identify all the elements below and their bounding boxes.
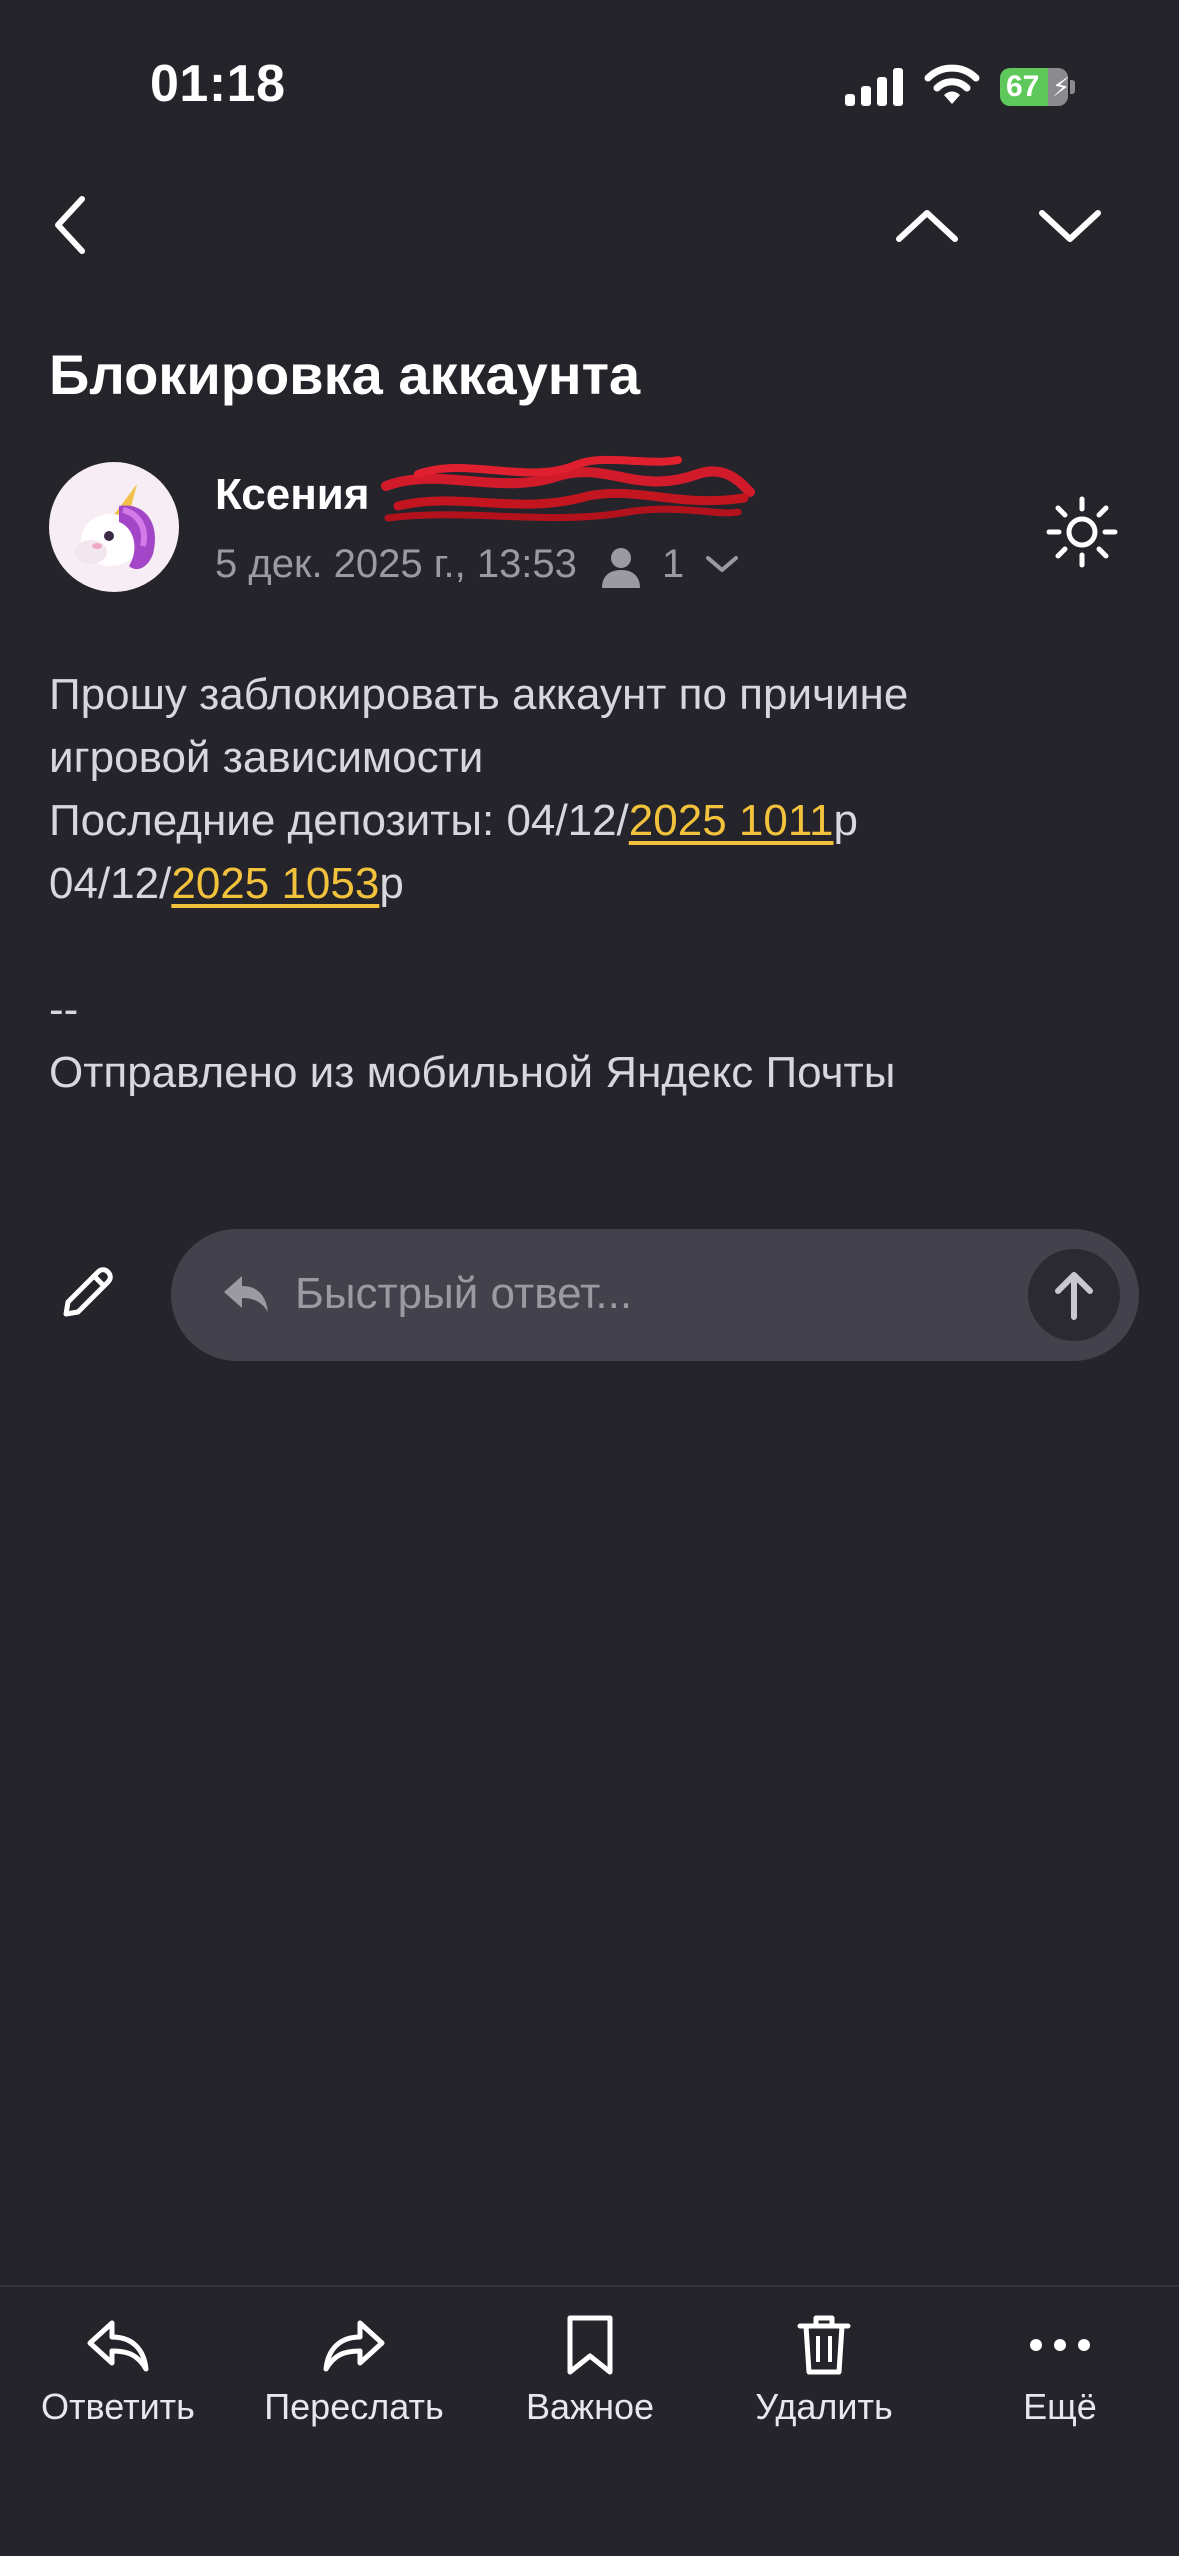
signature: Отправлено из мобильной Яндекс Почты [49,1048,896,1097]
important-label: Важное [525,2386,655,2427]
delete-label: Удалить [755,2386,893,2427]
trash-icon [797,2315,851,2375]
battery-percent: 67 [1006,70,1040,103]
reply-button[interactable]: Ответить [0,2310,236,2428]
chevron-down-small-icon[interactable] [704,552,740,576]
status-time: 01:18 [150,55,286,113]
deposit-link-2[interactable]: 2025 1053 [171,859,379,908]
redaction-scribble [381,455,755,522]
signature-separator: -- [49,985,79,1034]
sun-icon[interactable] [1045,495,1119,569]
body-line-4: 04/12/2025 1053р [49,859,404,909]
forward-icon [323,2320,385,2372]
body-line-2: игровой зависимости [49,733,484,782]
charging-bolt-icon: ⚡ [1052,72,1071,102]
chevron-up-icon[interactable] [895,205,959,245]
pencil-icon[interactable] [58,1262,118,1322]
wifi-icon [924,64,980,104]
person-icon [602,548,640,588]
body-line-1: Прошу заблокировать аккаунт по причине [49,670,909,719]
message-date: 5 дек. 2025 г., 13:53 [215,542,577,586]
important-button[interactable]: Важное [472,2310,708,2428]
more-button[interactable]: Ещё [942,2310,1178,2428]
arrow-up-icon [1055,1272,1093,1320]
more-dots-icon [1030,2339,1090,2351]
recipients-count[interactable]: 1 [662,542,684,587]
unicorn-icon [75,484,155,570]
quick-reply-placeholder[interactable]: Быстрый ответ... [295,1269,632,1319]
reply-arrow-icon [224,1276,268,1312]
message-subject: Блокировка аккаунта [49,343,641,406]
body-line-4-prefix: 04/12/ [49,859,172,908]
chevron-left-icon[interactable] [50,195,90,255]
delete-button[interactable]: Удалить [706,2310,942,2428]
sender-name[interactable]: Ксения [215,470,370,520]
battery-indicator: 67 ⚡ [1000,68,1076,106]
chevron-down-icon[interactable] [1038,205,1102,245]
forward-button[interactable]: Переслать [236,2310,472,2428]
deposit-link-1[interactable]: 2025 1011 [629,796,834,845]
bookmark-icon [567,2315,613,2375]
body-line-4-suffix: р [379,859,404,908]
forward-label: Переслать [264,2386,444,2427]
cellular-signal-icon [845,68,903,106]
reply-label: Ответить [41,2386,195,2427]
send-button[interactable] [1028,1249,1120,1341]
body-line-3-suffix: р [833,796,858,845]
more-label: Ещё [1023,2386,1097,2427]
toolbar-divider [0,2285,1179,2287]
body-line-3: Последние депозиты: 04/12/2025 1011р [49,796,858,846]
reply-icon [87,2320,149,2372]
body-line-3-prefix: Последние депозиты: 04/12/ [49,796,629,845]
sender-avatar[interactable] [49,462,179,592]
